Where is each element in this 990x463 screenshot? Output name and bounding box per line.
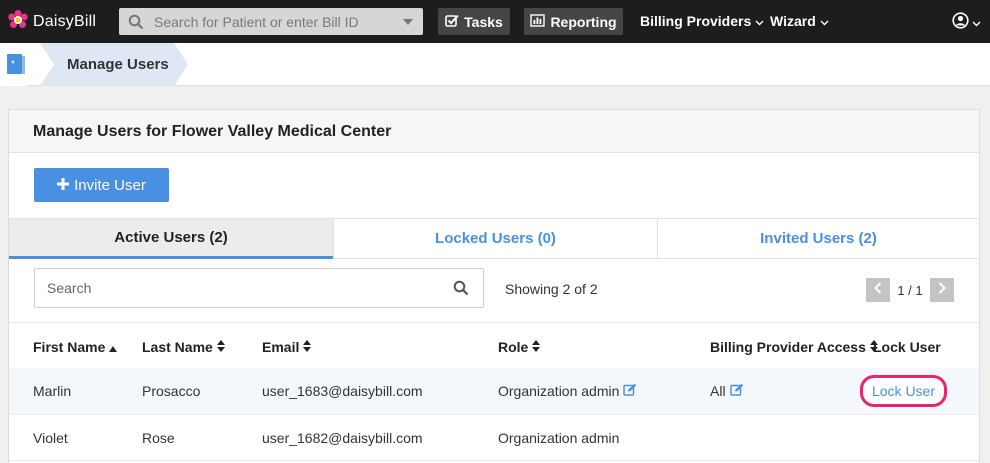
role-cell: Organization admin [498,383,637,399]
role-cell: Organization admin [498,430,620,446]
tab-locked-users[interactable]: Locked Users (0) [333,219,657,259]
user-tabs: Active Users (2) Locked Users (0) Invite… [9,218,979,259]
tab-label: Invited Users (2) [760,230,877,247]
breadcrumb: * Manage Users [0,43,990,86]
role-value: Organization admin [498,383,620,399]
tab-active-users[interactable]: Active Users (2) [9,219,333,259]
column-last-name[interactable]: Last Name [142,339,225,355]
email-cell: user_1683@daisybill.com [262,383,423,399]
tab-invited-users[interactable]: Invited Users (2) [657,219,979,259]
table-row: Violet Rose user_1682@daisybill.com Orga… [9,414,979,460]
chevron-down-icon [755,13,764,29]
billing-providers-label: Billing Providers [640,13,752,29]
table-header: First Name Last Name Email Role Billing … [9,322,979,368]
tab-label: Active Users (2) [114,229,228,246]
column-label: Billing Provider Access [710,339,866,355]
patient-search-input[interactable] [154,8,394,35]
tasks-button[interactable]: Tasks [438,8,510,35]
column-label: Lock User [873,339,941,355]
edit-icon[interactable] [623,383,637,399]
invite-user-label: Invite User [74,176,146,194]
access-cell: All [710,383,744,399]
billing-providers-menu[interactable]: Billing Providers [640,13,764,29]
column-label: Role [498,339,529,355]
sort-asc-icon [109,339,118,355]
wizard-label: Wizard [770,13,816,29]
last-name-cell: Rose [142,430,175,446]
table-row: Marlin Prosacco user_1683@daisybill.com … [9,368,979,414]
column-email[interactable]: Email [262,339,312,355]
daisy-logo-icon [7,9,29,36]
panel-header: Manage Users for Flower Valley Medical C… [9,110,979,153]
invite-user-button[interactable]: Invite User [34,168,169,202]
checkbox-icon [445,14,459,30]
access-value: All [710,383,726,399]
page-title: Manage Users for Flower Valley Medical C… [33,123,392,140]
edit-icon[interactable] [729,383,744,399]
tab-label: Locked Users (0) [435,230,556,247]
wizard-menu[interactable]: Wizard [770,13,829,29]
user-search-input[interactable] [47,269,447,307]
user-search[interactable] [34,268,484,308]
breadcrumb-current: Manage Users [40,43,188,86]
chevron-down-icon [972,14,981,32]
column-label: Last Name [142,339,213,355]
user-menu[interactable] [952,12,981,34]
breadcrumb-label: Manage Users [67,56,169,73]
first-name-cell: Violet [33,430,68,446]
top-navbar: DaisyBill Tasks Reporting Billing Provid… [0,0,990,43]
chevron-left-icon [874,281,882,299]
brand-name: DaisyBill [33,13,97,30]
page-indicator: 1 / 1 [897,282,923,298]
manage-users-panel: Manage Users for Flower Valley Medical C… [8,109,980,463]
column-role[interactable]: Role [498,339,541,355]
reporting-button[interactable]: Reporting [524,8,623,35]
divider [9,460,979,461]
next-page-button[interactable] [930,278,954,302]
global-search[interactable] [119,8,423,35]
tasks-label: Tasks [464,13,503,30]
search-icon [128,14,144,35]
first-name-cell: Marlin [33,383,72,399]
chevron-right-icon [938,281,946,299]
sort-icon [216,339,225,355]
column-lock-user: Lock User [873,339,941,355]
prev-page-button[interactable] [866,278,890,302]
column-first-name[interactable]: First Name [33,339,118,355]
column-billing-provider-access[interactable]: Billing Provider Access [710,339,878,355]
chevron-down-icon[interactable] [403,19,413,25]
column-label: First Name [33,339,106,355]
svg-text:*: * [11,59,15,70]
sort-icon [303,339,312,355]
plus-icon [57,177,70,194]
sort-icon [532,339,541,355]
results-count: Showing 2 of 2 [505,281,598,297]
reporting-label: Reporting [550,13,617,30]
chevron-down-icon [820,13,829,29]
pagination: 1 / 1 [866,278,954,302]
user-avatar-icon [952,12,969,34]
breadcrumb-home[interactable]: * [0,43,40,86]
search-icon[interactable] [453,280,469,301]
bar-chart-icon [530,13,546,30]
lock-user-link[interactable]: Lock User [860,375,947,407]
email-cell: user_1682@daisybill.com [262,430,423,446]
brand[interactable]: DaisyBill [7,9,97,36]
column-label: Email [262,339,300,355]
last-name-cell: Prosacco [142,383,201,399]
